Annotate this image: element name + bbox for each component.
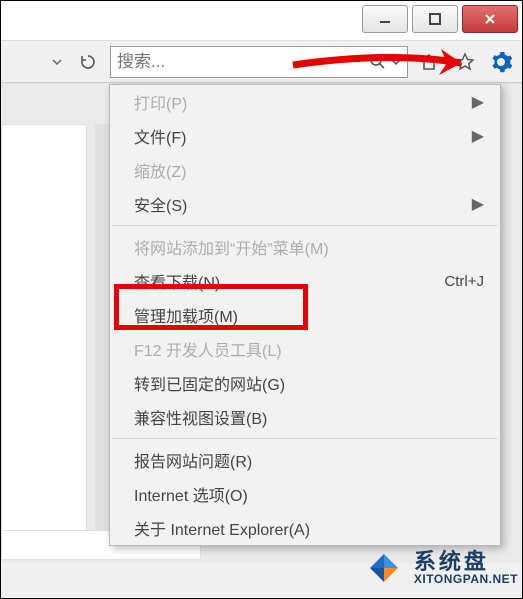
menu-item-zoom[interactable]: 缩放(Z) (110, 153, 500, 187)
menu-item-label: 查看下载(N) (134, 269, 220, 293)
menu-item-view-downloads[interactable]: 查看下载(N) Ctrl+J (110, 264, 500, 298)
menu-item-pinned-sites[interactable]: 转到已固定的网站(G) (110, 366, 500, 400)
tools-menu: 打印(P) ▶ 文件(F) ▶ 缩放(Z) 安全(S) ▶ 将网站添加到“开始”… (109, 84, 501, 546)
watermark: 系统盘 XITONGPAN.NET (360, 544, 518, 592)
menu-item-compat-view[interactable]: 兼容性视图设置(B) (110, 400, 500, 434)
nav-dropdown-icon[interactable] (46, 48, 68, 76)
menu-item-shortcut: Ctrl+J (444, 273, 484, 290)
watermark-title: 系统盘 (414, 550, 518, 573)
tools-gear-button[interactable] (486, 47, 516, 77)
menu-item-print[interactable]: 打印(P) ▶ (110, 85, 500, 119)
maximize-button[interactable] (412, 5, 458, 33)
menu-item-add-to-start[interactable]: 将网站添加到“开始”菜单(M) (110, 230, 500, 264)
minimize-button[interactable] (362, 5, 408, 33)
menu-item-label: 管理加载项(M) (134, 303, 238, 327)
submenu-arrow-icon: ▶ (472, 92, 484, 112)
search-input[interactable] (117, 48, 357, 76)
favorites-button[interactable] (450, 47, 480, 77)
menu-item-label: 关于 Internet Explorer(A) (134, 516, 310, 540)
menu-separator (112, 438, 498, 439)
menu-item-label: 报告网站问题(R) (134, 448, 252, 472)
menu-item-safety[interactable]: 安全(S) ▶ (110, 187, 500, 221)
search-icon[interactable] (369, 53, 387, 71)
menu-item-internet-options[interactable]: Internet 选项(O) (110, 477, 500, 511)
refresh-button[interactable] (74, 48, 102, 76)
watermark-url: XITONGPAN.NET (414, 573, 518, 586)
window-titlebar (1, 1, 522, 41)
home-button[interactable] (414, 47, 444, 77)
menu-item-label: 兼容性视图设置(B) (134, 405, 267, 429)
menu-item-label: 转到已固定的网站(G) (134, 371, 285, 395)
menu-item-label: 文件(F) (134, 124, 186, 148)
submenu-arrow-icon: ▶ (472, 126, 484, 146)
menu-separator (112, 225, 498, 226)
menu-item-label: 打印(P) (134, 90, 187, 114)
menu-item-label: 缩放(Z) (134, 158, 186, 182)
watermark-logo-icon (360, 544, 408, 592)
search-dropdown-icon[interactable] (391, 57, 401, 67)
menu-item-manage-addons[interactable]: 管理加载项(M) (110, 298, 500, 332)
menu-item-label: 安全(S) (134, 192, 187, 216)
menu-item-report-problem[interactable]: 报告网站问题(R) (110, 443, 500, 477)
menu-item-about-ie[interactable]: 关于 Internet Explorer(A) (110, 511, 500, 545)
menu-item-file[interactable]: 文件(F) ▶ (110, 119, 500, 153)
menu-item-label: 将网站添加到“开始”菜单(M) (134, 235, 329, 259)
close-button[interactable] (462, 5, 518, 33)
browser-toolbar (1, 41, 522, 83)
menu-item-f12-tools[interactable]: F12 开发人员工具(L) (110, 332, 500, 366)
panel (1, 124, 87, 544)
menu-item-label: F12 开发人员工具(L) (134, 337, 282, 361)
submenu-arrow-icon: ▶ (472, 194, 484, 214)
search-box[interactable] (110, 46, 408, 78)
menu-item-label: Internet 选项(O) (134, 482, 248, 506)
